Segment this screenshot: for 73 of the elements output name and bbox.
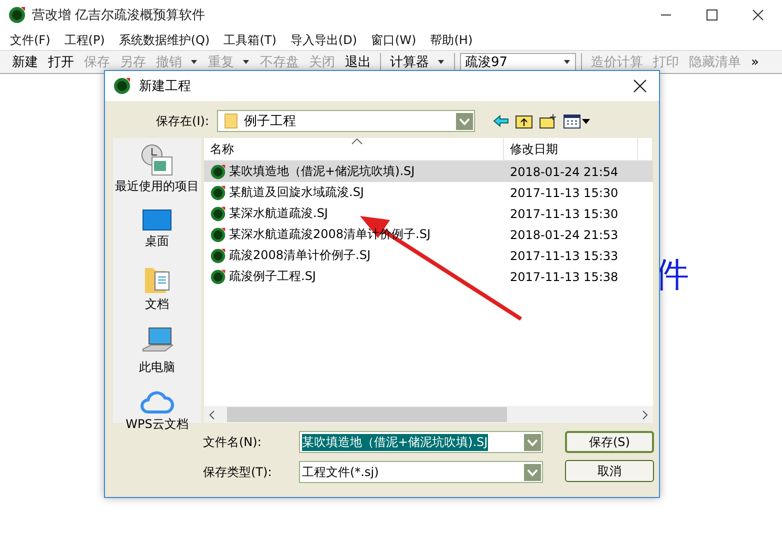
modified-date: 2017-11-13 15:33 [509, 248, 620, 262]
toolbar-button[interactable]: » [747, 54, 763, 70]
sort-caret-icon [351, 138, 363, 145]
toolbar-combo[interactable]: 疏浚97 [460, 52, 576, 72]
file-row[interactable]: 疏浚2008清单计价例子.SJ 2017-11-13 15:33 [204, 245, 653, 266]
folder-up-icon[interactable] [515, 113, 533, 129]
menu-item[interactable]: 文件(F) [10, 32, 50, 48]
modified-date: 2018-01-24 21:53 [509, 228, 620, 242]
column-header[interactable]: 修改日期 [504, 138, 638, 160]
file-icon [210, 268, 226, 284]
file-row[interactable]: 某航道及回旋水域疏浚.SJ 2017-11-13 15:30 [204, 182, 653, 203]
menu-item[interactable]: 工具箱(T) [224, 32, 276, 48]
file-name: 某深水航道疏浚.SJ [229, 205, 328, 222]
menu-item[interactable]: 帮助(H) [430, 32, 473, 48]
menu-item[interactable]: 导入导出(D) [290, 32, 357, 48]
menu-item[interactable]: 工程(P) [64, 32, 105, 48]
modified-date: 2017-11-13 15:30 [509, 206, 620, 220]
place-item[interactable]: 最近使用的项目 [115, 144, 199, 195]
caret-icon [242, 59, 250, 65]
modified-date: 2018-01-24 21:54 [509, 164, 620, 178]
filetype-label: 保存类型(T): [203, 464, 273, 480]
file-icon [210, 206, 226, 222]
filename-field[interactable]: 某吹填造地（借泥+储泥坑吹填).SJ [299, 431, 543, 453]
file-row[interactable]: 某吹填造地（借泥+储泥坑吹填).SJ 2018-01-24 21:54 [204, 161, 653, 182]
cloud-icon [140, 390, 174, 414]
window-title: 营改增 亿吉尔疏浚概预算软件 [32, 7, 206, 24]
file-name: 疏浚例子工程.SJ [229, 268, 316, 285]
app-logo-icon [8, 6, 26, 24]
maximize-icon[interactable] [706, 9, 718, 21]
caret-icon [437, 59, 445, 65]
menu-item[interactable]: 系统数据维护(Q) [118, 32, 210, 48]
place-item[interactable]: 文档 [115, 264, 199, 313]
file-row[interactable]: 疏浚例子工程.SJ 2017-11-13 15:38 [204, 266, 653, 287]
column-header[interactable]: 名称 [204, 138, 504, 160]
save-in-dropdown[interactable]: 例子工程 [217, 110, 475, 132]
horizontal-scrollbar[interactable] [204, 406, 653, 423]
file-row[interactable]: 某深水航道疏浚.SJ 2017-11-13 15:30 [204, 203, 653, 224]
caret-icon [190, 59, 198, 65]
file-name: 疏浚2008清单计价例子.SJ [229, 247, 371, 264]
modified-date: 2017-11-13 15:30 [509, 186, 620, 200]
filename-label: 文件名(N): [203, 434, 262, 450]
scroll-left-icon[interactable] [207, 410, 217, 420]
caret-icon [563, 59, 571, 65]
folder-icon [224, 113, 238, 129]
scroll-right-icon[interactable] [640, 410, 650, 420]
new-folder-icon[interactable] [539, 113, 557, 129]
file-icon [210, 226, 226, 242]
toolbar-button[interactable]: 新建 [8, 53, 42, 71]
close-icon[interactable] [752, 9, 764, 21]
dialog-title: 新建工程 [139, 78, 191, 95]
close-icon[interactable] [633, 79, 647, 93]
place-item[interactable]: 桌面 [115, 209, 199, 250]
back-arrow-icon[interactable] [493, 114, 509, 128]
desktop-icon [142, 209, 172, 231]
file-name: 某航道及回旋水域疏浚.SJ [229, 184, 364, 201]
file-name: 某吹填造地（借泥+储泥坑吹填).SJ [229, 163, 415, 180]
place-item[interactable]: 此电脑 [115, 327, 199, 376]
toolbar-button[interactable]: 打开 [44, 53, 78, 71]
save-in-label: 保存在(I): [155, 112, 209, 130]
file-icon [210, 184, 226, 200]
toolbar-dropdown[interactable]: 计算器 [386, 53, 449, 71]
file-icon [210, 164, 226, 180]
toolbar-button[interactable]: 退出 [341, 53, 375, 71]
modified-date: 2017-11-13 15:38 [509, 270, 620, 284]
place-item[interactable]: WPS云文档 [115, 390, 199, 433]
recent-items-icon [140, 144, 174, 176]
view-menu-icon[interactable] [563, 113, 591, 129]
cancel-button[interactable]: 取消 [565, 460, 654, 482]
save-button[interactable]: 保存(S) [565, 431, 654, 453]
menu-item[interactable]: 窗口(W) [371, 32, 416, 48]
filetype-dropdown[interactable]: 工程文件(*.sj) [299, 461, 543, 483]
file-icon [210, 248, 226, 264]
app-logo-icon [113, 77, 131, 95]
